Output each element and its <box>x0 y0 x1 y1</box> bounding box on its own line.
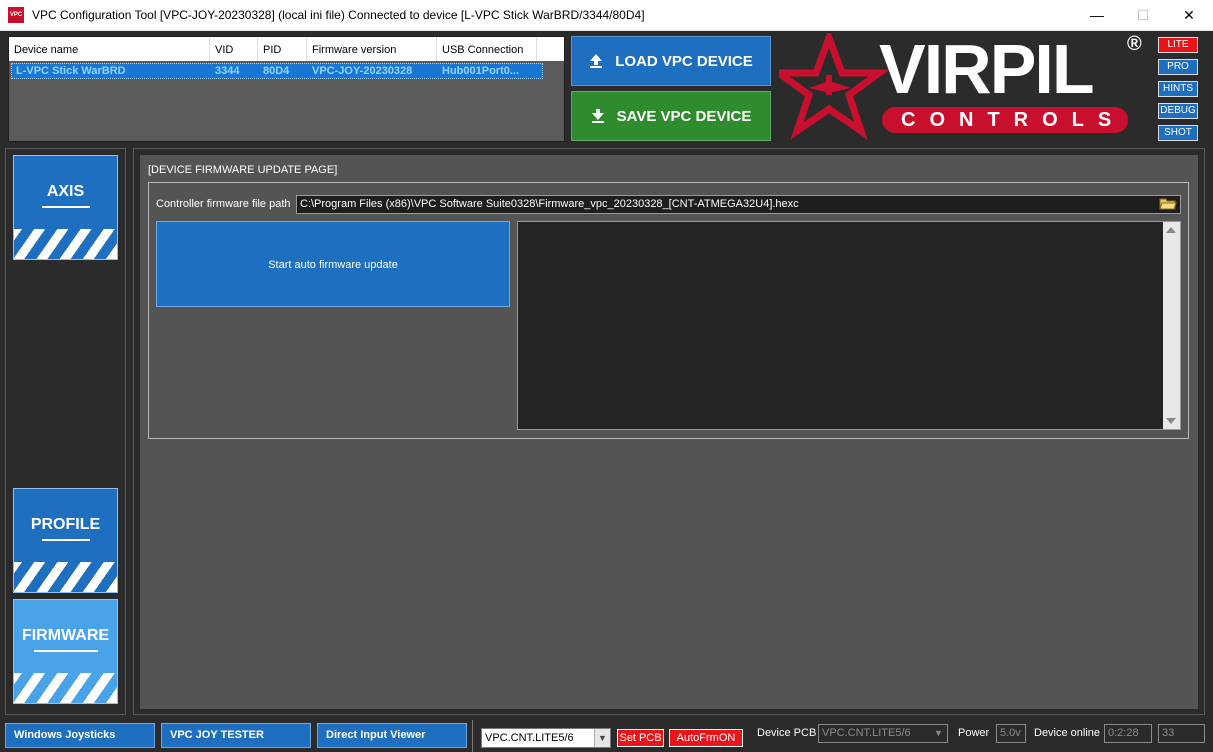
underline <box>42 206 90 208</box>
lite-button[interactable]: LITE <box>1158 37 1198 53</box>
counter-field: 33 <box>1158 724 1205 743</box>
registered-mark: ® <box>1127 33 1142 55</box>
nav-profile-label: PROFILE <box>30 516 101 533</box>
scroll-down-icon[interactable] <box>1166 418 1176 424</box>
set-pcb-button[interactable]: Set PCB <box>617 729 664 747</box>
path-label: Controller firmware file path <box>156 198 291 210</box>
cell-firmware: VPC-JOY-20230328 <box>312 65 413 77</box>
cell-device-name: L-VPC Stick WarBRD <box>16 65 126 77</box>
underline <box>34 650 98 652</box>
cell-vid: 3344 <box>215 65 240 77</box>
upload-icon <box>590 54 603 68</box>
hints-button[interactable]: HINTS <box>1158 81 1198 97</box>
title-bar: VPC VPC Configuration Tool [VPC-JOY-2023… <box>0 0 1213 31</box>
column-header[interactable]: VID <box>210 37 258 61</box>
device-list[interactable]: Device name VID PID Firmware version USB… <box>8 36 565 142</box>
minimize-button[interactable]: — <box>1074 0 1120 30</box>
device-online-field: 0:2:28 <box>1104 724 1152 743</box>
nav-profile[interactable]: PROFILE <box>13 488 118 593</box>
pro-button[interactable]: PRO <box>1158 59 1198 75</box>
stripes <box>14 673 117 703</box>
cell-usb: Hub001Port0... <box>442 65 520 77</box>
load-vpc-device-button[interactable]: LOAD VPC DEVICE <box>571 36 771 86</box>
column-header[interactable]: Firmware version <box>307 37 437 61</box>
close-button[interactable]: ✕ <box>1166 0 1212 30</box>
window-title: VPC Configuration Tool [VPC-JOY-20230328… <box>32 8 645 22</box>
vpc-joy-tester-button[interactable]: VPC JOY TESTER <box>161 723 311 748</box>
nav-axis[interactable]: AXIS <box>13 155 118 260</box>
firmware-log[interactable] <box>517 221 1181 430</box>
device-pcb-label: Device PCB <box>757 727 817 739</box>
nav-firmware-label: FIRMWARE <box>21 627 110 644</box>
table-row[interactable]: L-VPC Stick WarBRD 3344 80D4 VPC-JOY-202… <box>11 63 543 79</box>
cell-pid: 80D4 <box>263 65 290 77</box>
divider <box>472 720 473 752</box>
app-icon: VPC <box>8 7 24 23</box>
stripes <box>14 229 117 259</box>
nav-firmware[interactable]: FIRMWARE <box>13 599 118 704</box>
column-header[interactable]: PID <box>258 37 307 61</box>
chevron-down-icon[interactable]: ▼ <box>594 729 610 747</box>
virpil-logo: VIRPIL CONTROLS ® <box>768 27 1157 143</box>
page-title: [DEVICE FIRMWARE UPDATE PAGE] <box>148 164 338 176</box>
brand-name: VIRPIL <box>879 30 1095 108</box>
shot-button[interactable]: SHOT <box>1158 125 1198 141</box>
pcb-select[interactable]: VPC.CNT.LITE5/6 <box>481 728 611 748</box>
debug-button[interactable]: DEBUG <box>1158 103 1198 119</box>
stripes <box>14 562 117 592</box>
device-list-header: Device name VID PID Firmware version USB… <box>9 37 564 61</box>
column-header[interactable]: USB Connection <box>437 37 537 61</box>
load-label: LOAD VPC DEVICE <box>615 52 753 70</box>
save-label: SAVE VPC DEVICE <box>616 107 752 125</box>
scroll-up-icon[interactable] <box>1166 227 1176 233</box>
auto-frm-on-button[interactable]: AutoFrmON <box>669 729 743 747</box>
device-pcb-field: VPC.CNT.LITE5/6 <box>818 724 948 743</box>
column-header[interactable]: Device name <box>9 37 210 61</box>
chevron-down-icon: ▼ <box>934 728 943 738</box>
start-firmware-update-button[interactable]: Start auto firmware update <box>156 221 510 307</box>
nav-axis-label: AXIS <box>46 183 85 200</box>
power-field: 5.0v <box>996 724 1026 743</box>
windows-joysticks-button[interactable]: Windows Joysticks <box>5 723 155 748</box>
brand-sub: CONTROLS <box>901 109 1126 131</box>
firmware-path-input[interactable]: C:\Program Files (x86)\VPC Software Suit… <box>296 195 1181 214</box>
download-icon <box>591 109 604 123</box>
direct-input-viewer-button[interactable]: Direct Input Viewer <box>317 723 467 748</box>
folder-open-icon[interactable] <box>1159 197 1177 211</box>
log-scrollbar[interactable] <box>1163 222 1180 429</box>
maximize-button[interactable]: ☐ <box>1120 0 1166 30</box>
device-online-label: Device online <box>1034 727 1101 739</box>
save-vpc-device-button[interactable]: SAVE VPC DEVICE <box>571 91 771 141</box>
power-label: Power <box>958 727 990 739</box>
underline <box>42 539 90 541</box>
